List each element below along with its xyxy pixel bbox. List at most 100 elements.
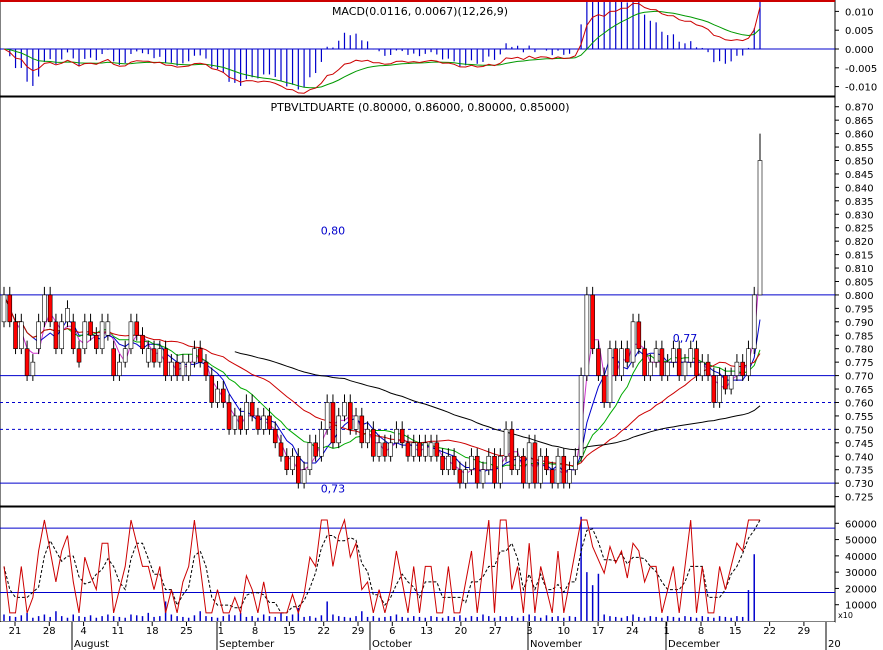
candle-body: [503, 429, 509, 457]
macd-tick-label: -0.005: [845, 64, 877, 75]
candle-body: [65, 308, 70, 323]
candle-body: [1, 294, 7, 323]
price-y-axis: 0.870 0.865 0.860 0.855 0.850 0.845 0.840 0.835…: [835, 103, 874, 504]
candle-body: [544, 455, 549, 471]
candle-body: [567, 469, 572, 484]
price-tick-label: 0.730: [845, 479, 874, 490]
x-tick-label: 15: [283, 626, 296, 637]
candle-body: [105, 321, 111, 336]
candle-body: [226, 402, 232, 430]
price-tick-label: 0.820: [845, 237, 874, 248]
price-tick-label: 0.850: [845, 156, 874, 167]
candle-body: [53, 321, 59, 350]
price-tick-label: 0.750: [845, 425, 874, 436]
x-tick-label: 29: [798, 626, 811, 637]
candle-body: [538, 455, 544, 484]
candle-body: [174, 361, 180, 376]
candle-body: [723, 375, 728, 390]
candle-body: [619, 348, 624, 376]
candle-body: [70, 321, 76, 350]
price-tick-label: 0.870: [845, 103, 874, 114]
price-tick-label: 0.830: [845, 210, 874, 221]
month-label: November: [530, 639, 583, 650]
candle-body: [394, 429, 399, 444]
candle-body: [203, 361, 209, 376]
candle-body: [463, 469, 468, 484]
candle-body: [549, 469, 555, 484]
macd-tick-label: 0.010: [845, 7, 874, 18]
candle-body: [359, 415, 365, 444]
candle-body: [169, 361, 174, 376]
candle-body: [99, 321, 105, 350]
price-tick-label: 0.855: [845, 143, 874, 154]
candle-body: [76, 348, 82, 363]
candle-body: [140, 334, 145, 350]
candle-body: [411, 442, 417, 457]
x-tick-label: 6: [389, 626, 395, 637]
candle-body: [151, 348, 157, 363]
price-tick-label: 0.765: [845, 385, 874, 396]
candle-body: [446, 455, 451, 471]
x-tick-label: 13: [420, 626, 433, 637]
price-panel: PTBVLTDUARTE (0.80000, 0.86000, 0.80000,…: [0, 96, 874, 507]
candle-body: [417, 442, 422, 457]
candle-body: [313, 442, 318, 457]
volume-multiplier-label: x10: [838, 611, 853, 620]
candle-body: [307, 442, 313, 471]
candle-body: [347, 402, 353, 430]
price-tick-label: 0.790: [845, 318, 874, 329]
candle-body: [561, 455, 567, 484]
candle-body: [365, 429, 370, 444]
month-label: December: [668, 639, 721, 650]
candle-body: [573, 455, 578, 471]
candle-body: [480, 469, 486, 484]
x-tick-label: 10: [557, 626, 570, 637]
candle-body: [694, 348, 699, 376]
candle-body: [422, 442, 428, 457]
candle-body: [630, 321, 636, 363]
price-tick-label: 0.860: [845, 130, 874, 141]
candle-body: [192, 348, 197, 363]
candle-body: [734, 361, 740, 376]
candle-body: [584, 294, 590, 376]
candle-body: [515, 455, 520, 471]
x-tick-label: 22: [317, 626, 330, 637]
price-tick-label: 0.760: [845, 398, 874, 409]
price-tick-label: 0.725: [845, 493, 874, 504]
price-tick-label: 0.770: [845, 372, 874, 383]
candle-body: [94, 334, 99, 350]
price-tick-label: 0.805: [845, 277, 874, 288]
candle-body: [740, 361, 745, 376]
candle-body: [711, 375, 717, 403]
candle-body: [382, 442, 388, 457]
candle-body: [469, 455, 474, 471]
candle-body: [353, 415, 359, 430]
candle-body: [532, 442, 538, 484]
x-tick-label: 20: [455, 626, 468, 637]
price-annotation: 0,77: [673, 332, 698, 345]
x-tick-label: 29: [352, 626, 365, 637]
candle-body: [676, 348, 682, 376]
candle-body: [648, 361, 653, 376]
x-axis: 21 28 4 11 18 25 1 8 15 22 29 6 13 20 27 3 10 17 24 1 8 15 22 2…: [0, 622, 841, 650]
volume-tick-label: 20000: [845, 584, 877, 595]
candle-body: [180, 361, 186, 376]
candle-body: [7, 294, 13, 323]
candle-body: [278, 442, 284, 457]
candle-body: [746, 348, 751, 376]
candle-body: [13, 321, 18, 350]
price-title: PTBVLTDUARTE (0.80000, 0.86000, 0.80000,…: [271, 101, 570, 114]
candle-body: [653, 348, 659, 363]
candle-body: [399, 429, 405, 444]
candle-body: [59, 321, 65, 350]
macd-top-bar: [0, 0, 835, 2]
candle-body: [272, 429, 278, 444]
month-label: September: [219, 639, 275, 650]
x-tick-label: 3: [526, 626, 532, 637]
price-tick-label: 0.865: [845, 116, 874, 127]
price-tick-label: 0.780: [845, 345, 874, 356]
candle-body: [492, 455, 497, 484]
candle-body: [705, 361, 711, 376]
x-tick-label: 22: [763, 626, 776, 637]
candle-body: [30, 361, 36, 376]
